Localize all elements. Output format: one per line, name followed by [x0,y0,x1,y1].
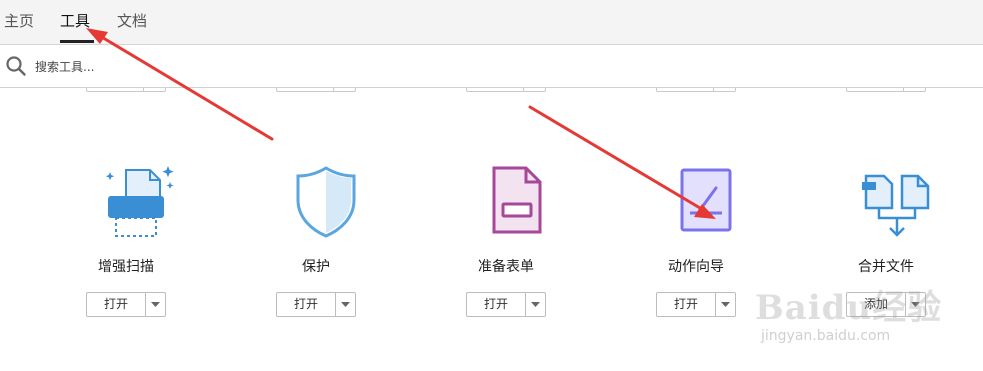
open-button[interactable]: 打开 [277,293,335,316]
tab-home[interactable]: 主页 [4,10,34,31]
open-split-button: 添加 [846,292,926,317]
chevron-down-icon [341,302,350,307]
active-tab-indicator [60,40,94,43]
tool-name: 增强扫描 [98,259,154,275]
scrolled-button-divider [523,88,524,92]
open-button[interactable]: 打开 [87,293,145,316]
open-split-button: 打开 [86,292,166,317]
tab-tools[interactable]: 工具 [60,10,90,31]
scrolled-button-divider [903,88,904,92]
open-split-button: 打开 [656,292,736,317]
chevron-down-icon [911,302,920,307]
open-split-button: 打开 [276,292,356,317]
tab-documents[interactable]: 文档 [117,10,147,31]
dropdown-toggle[interactable] [716,293,735,316]
open-split-button: 打开 [466,292,546,317]
tool-name: 动作向导 [668,259,724,275]
tool-enhance-scan[interactable]: 增强扫描 打开 [56,160,196,320]
tool-combine-files[interactable]: 合并文件 添加 [816,160,956,320]
search-bar [0,45,983,88]
action-wizard-icon [680,168,732,232]
scrolled-button[interactable] [466,88,546,92]
chevron-down-icon [531,302,540,307]
open-button[interactable]: 打开 [467,293,525,316]
form-document-icon [492,166,542,234]
tab-bar: 主页 工具 文档 [0,0,983,45]
scrolled-button-divider [143,88,144,92]
add-button[interactable]: 添加 [847,293,905,316]
scrolled-button-divider [713,88,714,92]
tool-name: 保护 [302,259,330,275]
tool-action-wizard[interactable]: 动作向导 打开 [626,160,766,320]
shield-icon [296,166,356,238]
watermark-url: jingyan.baidu.com [761,328,891,344]
chevron-down-icon [721,302,730,307]
dropdown-toggle[interactable] [146,293,165,316]
open-button[interactable]: 打开 [657,293,715,316]
tool-name: 合并文件 [858,259,914,275]
scrolled-button[interactable] [276,88,356,92]
scan-printer-icon [105,166,174,237]
dropdown-toggle[interactable] [906,293,925,316]
tool-protect[interactable]: 保护 打开 [246,160,386,320]
scrolled-button-divider [333,88,334,92]
scrolled-button[interactable] [656,88,736,92]
scrolled-button[interactable] [86,88,166,92]
chevron-down-icon [151,302,160,307]
scrolled-button[interactable] [846,88,926,92]
dropdown-toggle[interactable] [336,293,355,316]
dropdown-toggle[interactable] [526,293,545,316]
combine-files-icon [862,174,930,237]
search-input[interactable] [33,55,537,79]
tool-prepare-form[interactable]: 准备表单 打开 [436,160,576,320]
search-icon [6,56,26,76]
tool-name: 准备表单 [478,259,534,275]
